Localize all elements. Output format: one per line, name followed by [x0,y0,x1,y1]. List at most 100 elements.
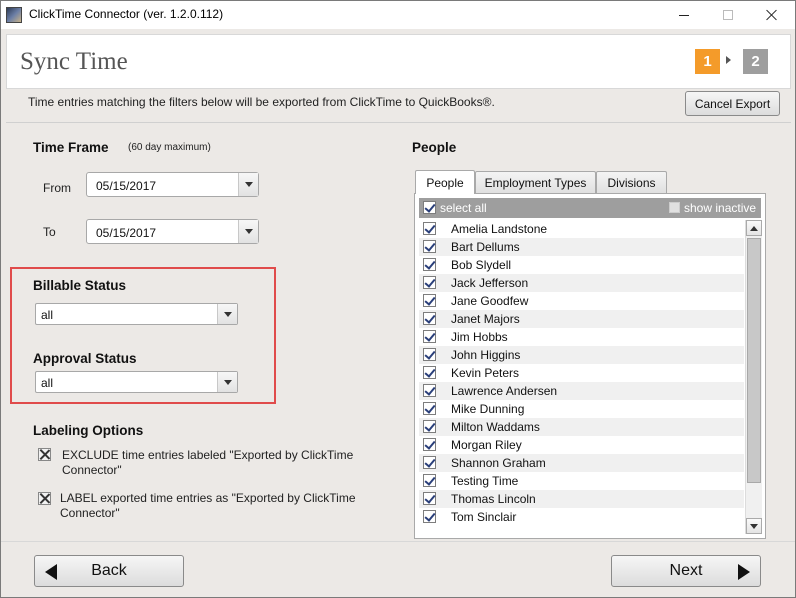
list-item[interactable]: Thomas Lincoln [419,490,744,508]
billable-status-select[interactable]: all [35,303,238,325]
app-window: ClickTime Connector (ver. 1.2.0.112) Syn… [0,0,796,598]
list-item[interactable]: Morgan Riley [419,436,744,454]
scrollbar-thumb[interactable] [747,238,761,483]
billable-status-dropdown[interactable] [217,304,237,324]
scroll-down-button[interactable] [746,518,762,534]
person-checkbox[interactable] [423,330,436,343]
person-name: Jack Jefferson [451,276,529,290]
to-date-picker[interactable]: 05/15/2017 [86,219,259,244]
person-checkbox[interactable] [423,294,436,307]
scroll-up-button[interactable] [746,220,762,236]
labeling-options-title: Labeling Options [33,423,144,438]
tab-employment-types[interactable]: Employment Types [475,171,596,193]
chevron-down-icon [750,523,758,529]
show-inactive-label: show inactive [684,201,757,215]
person-checkbox[interactable] [423,384,436,397]
from-label: From [43,181,71,195]
person-name: Jane Goodfew [451,294,529,308]
time-frame-note: (60 day maximum) [128,142,211,153]
to-label: To [43,225,56,239]
person-checkbox[interactable] [423,456,436,469]
person-checkbox[interactable] [423,276,436,289]
from-date-dropdown[interactable] [238,173,258,196]
people-list: Amelia Landstone Bart Dellums Bob Slydell J… [419,220,744,534]
list-item[interactable]: Lawrence Andersen [419,382,744,400]
select-all-checkbox[interactable] [423,201,436,214]
clicktime-app-icon [6,7,22,23]
page-header: Sync Time 1 2 [6,34,791,89]
person-name: Jim Hobbs [451,330,508,344]
people-list-scrollbar[interactable] [745,220,762,534]
list-item[interactable]: Janet Majors [419,310,744,328]
person-checkbox[interactable] [423,420,436,433]
exclude-labeled-checkbox[interactable] [38,448,51,461]
tab-divisions[interactable]: Divisions [596,171,667,193]
person-name: Amelia Landstone [451,222,548,236]
list-item[interactable]: John Higgins [419,346,744,364]
list-item[interactable]: Tom Sinclair [419,508,744,526]
label-exported-checkbox[interactable] [38,492,51,505]
list-item[interactable]: Kevin Peters [419,364,744,382]
step-2-indicator: 2 [743,49,768,74]
list-item[interactable]: Milton Waddams [419,418,744,436]
window-title: ClickTime Connector (ver. 1.2.0.112) [29,7,224,21]
people-list-panel: select all show inactive Amelia Landston… [414,193,766,539]
close-button[interactable] [749,1,795,29]
show-inactive-checkbox[interactable] [669,202,680,213]
approval-status-title: Approval Status [33,351,137,366]
billable-status-title: Billable Status [33,278,127,293]
next-button[interactable]: Next [611,555,761,587]
list-item[interactable]: Jack Jefferson [419,274,744,292]
billable-status-value: all [41,308,54,322]
people-title: People [412,140,457,155]
person-checkbox[interactable] [423,222,436,235]
person-checkbox[interactable] [423,492,436,505]
person-checkbox[interactable] [423,438,436,451]
list-item[interactable]: Testing Time [419,472,744,490]
person-checkbox[interactable] [423,366,436,379]
person-name: Morgan Riley [451,438,522,452]
person-name: Bob Slydell [451,258,512,272]
from-date-value: 05/15/2017 [96,179,157,193]
cancel-export-button[interactable]: Cancel Export [685,91,780,116]
person-name: Milton Waddams [451,420,540,434]
person-checkbox[interactable] [423,474,436,487]
select-all-label: select all [440,201,487,215]
from-date-picker[interactable]: 05/15/2017 [86,172,259,197]
person-checkbox[interactable] [423,348,436,361]
back-button[interactable]: Back [34,555,184,587]
person-checkbox[interactable] [423,510,436,523]
person-checkbox[interactable] [423,402,436,415]
back-label: Back [91,562,127,579]
arrow-left-icon [45,564,57,580]
close-icon [766,9,778,21]
approval-status-select[interactable]: all [35,371,238,393]
next-label: Next [669,562,703,579]
list-item[interactable]: Jim Hobbs [419,328,744,346]
list-item[interactable]: Bob Slydell [419,256,744,274]
title-bar: ClickTime Connector (ver. 1.2.0.112) [1,1,795,29]
step-1-indicator: 1 [695,49,720,74]
list-item[interactable]: Shannon Graham [419,454,744,472]
approval-status-dropdown[interactable] [217,372,237,392]
person-checkbox[interactable] [423,240,436,253]
arrow-right-icon [738,564,750,580]
maximize-button[interactable] [705,1,751,29]
list-header: select all show inactive [419,198,761,218]
person-name: Kevin Peters [451,366,520,380]
person-name: Thomas Lincoln [451,492,536,506]
minimize-button[interactable] [661,1,707,29]
list-item[interactable]: Jane Goodfew [419,292,744,310]
tab-people[interactable]: People [415,170,475,194]
list-item[interactable]: Amelia Landstone [419,220,744,238]
person-checkbox[interactable] [423,312,436,325]
person-name: Lawrence Andersen [451,384,558,398]
chevron-down-icon [244,229,253,234]
approval-status-value: all [41,376,54,390]
chevron-up-icon [750,225,758,231]
list-item[interactable]: Mike Dunning [419,400,744,418]
to-date-dropdown[interactable] [238,220,258,243]
person-checkbox[interactable] [423,258,436,271]
list-item[interactable]: Bart Dellums [419,238,744,256]
person-name: Mike Dunning [451,402,525,416]
